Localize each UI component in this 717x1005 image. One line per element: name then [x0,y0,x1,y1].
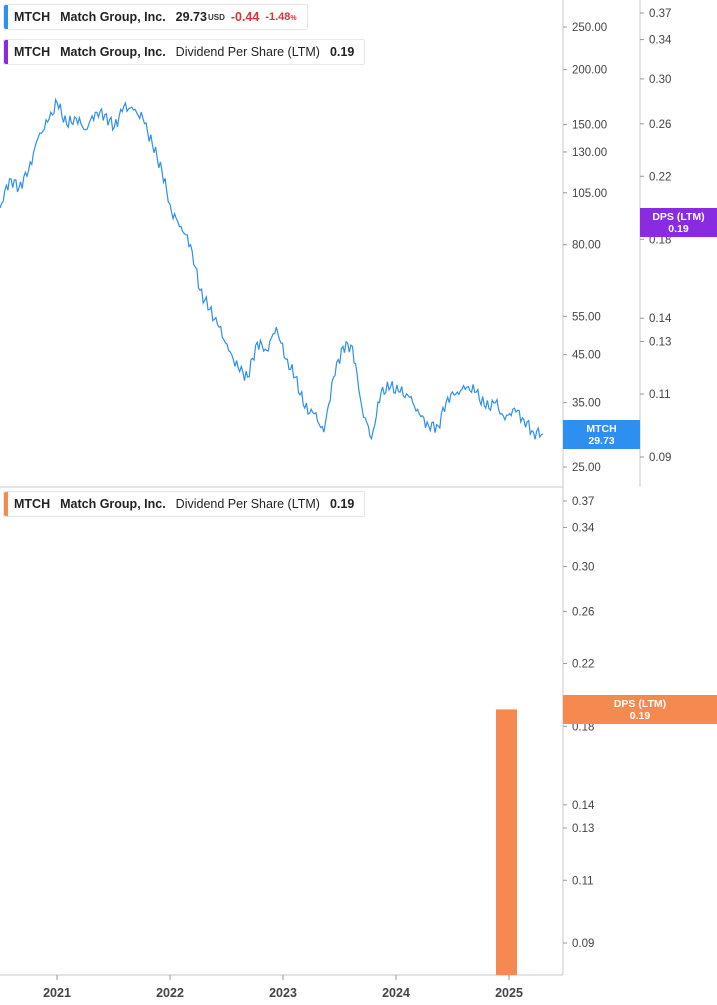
dps-bottom-tick-label: 0.30 [572,562,594,574]
dps-bottom-tick-label: 0.37 [572,496,594,508]
price-tick-label: 105.00 [572,188,607,200]
price-tick-label: 200.00 [572,65,607,77]
price-y-axis: 25.00 35.00 45.00 55.00 80.00 105.00 130.00 150… [563,22,607,474]
price-tag-value: 29.73 [588,434,615,447]
price-legend-swatch [4,5,8,29]
x-tick-label: 2024 [382,986,410,1000]
dps-tag-bottom-label: DPS (LTM) [613,697,667,710]
price-series-line [0,97,544,441]
dps-tag-top-label: DPS (LTM) [652,210,705,223]
legend-ticker: MTCH [14,45,51,59]
dps-bottom-tick-label: 0.14 [572,800,595,812]
legend-currency: USD [207,12,225,22]
x-tick-label: 2023 [269,986,297,1000]
price-tick-label: 25.00 [572,462,601,474]
dps-legend-top-swatch [4,40,8,64]
x-tick-label: 2025 [495,986,523,1000]
x-tick-label: 2022 [156,986,184,1000]
price-tick-label: 150.00 [572,120,607,132]
price-tick-label: 55.00 [572,311,601,323]
dps-legend-top[interactable]: MTCH Match Group, Inc. Dividend Per Shar… [3,39,366,65]
dps-top-tick-label: 0.11 [649,389,671,401]
legend-company: Match Group, Inc. [60,45,166,59]
price-tag: MTCH 29.73 [563,420,640,449]
dps-top-tick-label: 0.09 [649,452,671,464]
dps-bottom-tick-label: 0.11 [572,875,594,887]
dps-bar [496,709,517,975]
legend-value: 0.19 [329,45,355,59]
dps-bottom-tick-label: 0.34 [572,522,595,534]
time-x-axis: 2021 2022 2023 2024 2025 [43,975,523,1000]
legend-ticker: MTCH [14,497,51,511]
legend-change: -0.44 [230,10,260,24]
legend-price: 29.73 [175,10,207,24]
dps-bottom-tick-label: 0.26 [572,606,594,618]
dps-top-tick-label: 0.30 [649,74,671,86]
dps-tag-bottom-value: 0.19 [629,709,651,722]
dps-bottom-tick-label: 0.13 [572,823,594,835]
dps-top-tick-label: 0.22 [649,171,671,183]
dps-top-tick-label: 0.13 [649,337,671,349]
dps-top-tick-label: 0.26 [649,119,671,131]
dps-legend-bottom[interactable]: MTCH Match Group, Inc. Dividend Per Shar… [3,491,366,517]
dps-tag-top: DPS (LTM) 0.19 [640,208,717,237]
dps-tag-top-value: 0.19 [668,222,689,235]
price-tick-label: 80.00 [572,240,601,252]
dps-bottom-tick-label: 0.22 [572,659,594,671]
dps-top-tick-label: 0.34 [649,35,672,47]
x-tick-label: 2021 [43,986,71,1000]
price-legend[interactable]: MTCH Match Group, Inc. 29.73 USD -0.44 -… [3,4,308,30]
price-tag-label: MTCH [586,422,617,435]
price-tick-label: 45.00 [572,350,601,362]
legend-company: Match Group, Inc. [60,497,166,511]
dps-bottom-tick-label: 0.09 [572,938,594,950]
price-tick-label: 35.00 [572,398,601,410]
dps-legend-bottom-swatch [4,492,8,516]
dps-top-tick-label: 0.14 [649,313,672,325]
legend-ticker: MTCH [14,10,51,24]
legend-change-pct: -1.48% [265,11,297,23]
dps-top-tick-label: 0.37 [649,8,671,20]
price-tick-label: 250.00 [572,22,607,34]
legend-metric: Dividend Per Share (LTM) [175,497,320,511]
legend-company: Match Group, Inc. [60,10,166,24]
legend-metric: Dividend Per Share (LTM) [175,45,320,59]
price-tick-label: 130.00 [572,147,607,159]
dps-tag-bottom: DPS (LTM) 0.19 [563,695,717,724]
legend-value: 0.19 [329,497,355,511]
